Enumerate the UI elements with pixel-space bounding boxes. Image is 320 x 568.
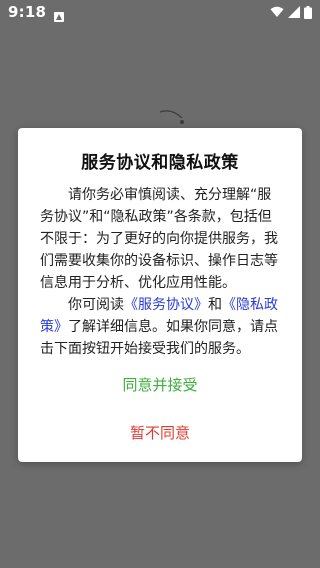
dialog-body: 请你务必审慎阅读、充分理解“服务协议”和“隐私政策”各条款，包括但不限于：为了更…	[40, 184, 284, 360]
dialog-title: 服务协议和隐私政策	[81, 153, 239, 173]
dialog-paragraph-2: 你可阅读《服务协议》和《隐私政策》了解详细信息。如果你同意，请点击下面按钮开始接…	[40, 294, 284, 360]
agree-button[interactable]: 同意并接受	[18, 374, 302, 395]
app-screen: 9:18 服务协议和隐私政策 请你务必审慎阅读、充分理解“服务协议”和“隐私政策…	[0, 0, 320, 568]
notification-a-icon	[54, 7, 65, 22]
paragraph-2-suffix: 了解详细信息。如果你同意，请点击下面按钮开始接受我们的服务。	[40, 319, 278, 357]
signal-icon	[288, 6, 300, 18]
paragraph-2-and: 和	[208, 297, 222, 313]
status-right	[270, 5, 312, 19]
paragraph-2-prefix: 你可阅读	[68, 297, 124, 313]
status-time: 9:18	[8, 3, 47, 21]
service-agreement-link[interactable]: 《服务协议》	[124, 297, 208, 313]
status-bar: 9:18	[0, 0, 320, 24]
wifi-icon	[270, 6, 284, 18]
battery-icon	[304, 5, 312, 19]
disagree-button[interactable]: 暂不同意	[18, 422, 302, 443]
status-left: 9:18	[8, 3, 65, 22]
dialog-paragraph-1: 请你务必审慎阅读、充分理解“服务协议”和“隐私政策”各条款，包括但不限于：为了更…	[40, 187, 278, 291]
privacy-dialog: 服务协议和隐私政策 请你务必审慎阅读、充分理解“服务协议”和“隐私政策”各条款，…	[18, 128, 302, 462]
